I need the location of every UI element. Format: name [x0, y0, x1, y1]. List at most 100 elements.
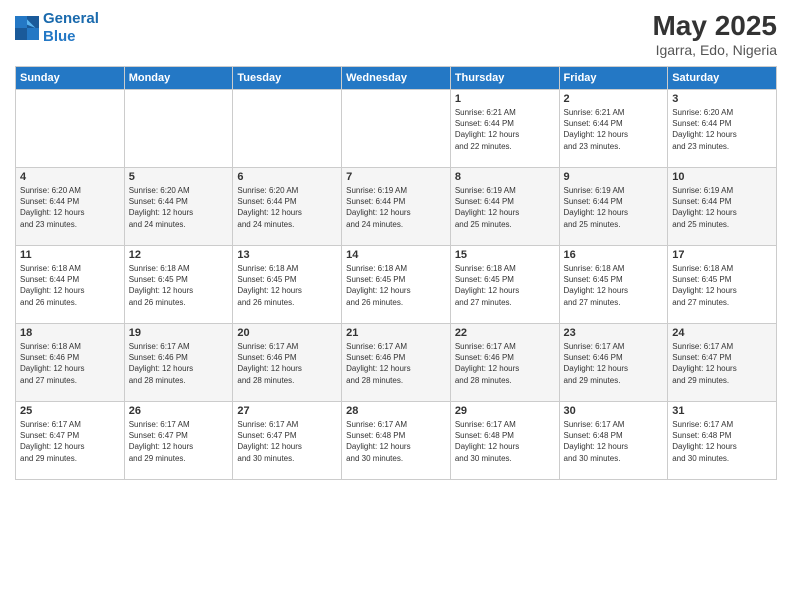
cell-4-3: 28Sunrise: 6:17 AM Sunset: 6:48 PM Dayli… — [342, 402, 451, 480]
day-number: 30 — [564, 405, 664, 417]
cell-1-6: 10Sunrise: 6:19 AM Sunset: 6:44 PM Dayli… — [668, 168, 777, 246]
day-number: 3 — [672, 93, 772, 105]
day-info: Sunrise: 6:21 AM Sunset: 6:44 PM Dayligh… — [455, 107, 555, 152]
cell-0-4: 1 Sunrise: 6:21 AM Sunset: 6:44 PM Daylig… — [450, 90, 559, 168]
cell-1-5: 9 Sunrise: 6:19 AM Sunset: 6:44 PM Daylig… — [559, 168, 668, 246]
cell-4-1: 26 Sunrise: 6:17 AM Sunset: 6:47 PM Dayli… — [124, 402, 233, 480]
cell-2-3: 14 Sunrise: 6:18 AM Sunset: 6:45 PM Dayli… — [342, 246, 451, 324]
main-title: May 2025 — [652, 10, 777, 42]
cell-4-0: 25 Sunrise: 6:17 AM Sunset: 6:47 PM Dayli… — [16, 402, 125, 480]
cell-0-5: 2 Sunrise: 6:21 AM Sunset: 6:44 PM Daylig… — [559, 90, 668, 168]
day-number: 12 — [129, 249, 229, 261]
day-info: Sunrise: 6:18 AM Sunset: 6:45 PM Dayligh… — [129, 263, 229, 308]
cell-0-0 — [16, 90, 125, 168]
logo-blue: Blue — [43, 28, 99, 46]
week-row-1: 4 Sunrise: 6:20 AM Sunset: 6:44 PM Daylig… — [16, 168, 777, 246]
cell-1-3: 7 Sunrise: 6:19 AM Sunset: 6:44 PM Daylig… — [342, 168, 451, 246]
day-number: 24 — [672, 327, 772, 339]
cell-3-5: 23Sunrise: 6:17 AM Sunset: 6:46 PM Dayli… — [559, 324, 668, 402]
day-info: Sunrise: 6:17 AM Sunset: 6:48 PM Dayligh… — [346, 419, 446, 464]
day-number: 4 — [20, 171, 120, 183]
logo-icon — [15, 16, 39, 40]
cell-0-1 — [124, 90, 233, 168]
day-number: 11 — [20, 249, 120, 261]
day-info: Sunrise: 6:17 AM Sunset: 6:46 PM Dayligh… — [129, 341, 229, 386]
cell-3-3: 21 Sunrise: 6:17 AM Sunset: 6:46 PM Dayli… — [342, 324, 451, 402]
day-info: Sunrise: 6:17 AM Sunset: 6:46 PM Dayligh… — [346, 341, 446, 386]
day-number: 9 — [564, 171, 664, 183]
day-info: Sunrise: 6:17 AM Sunset: 6:47 PM Dayligh… — [20, 419, 120, 464]
week-row-0: 1 Sunrise: 6:21 AM Sunset: 6:44 PM Daylig… — [16, 90, 777, 168]
day-info: Sunrise: 6:19 AM Sunset: 6:44 PM Dayligh… — [346, 185, 446, 230]
day-info: Sunrise: 6:17 AM Sunset: 6:47 PM Dayligh… — [129, 419, 229, 464]
day-number: 5 — [129, 171, 229, 183]
col-header-sunday: Sunday — [16, 67, 125, 90]
cell-3-2: 20Sunrise: 6:17 AM Sunset: 6:46 PM Dayli… — [233, 324, 342, 402]
day-info: Sunrise: 6:18 AM Sunset: 6:45 PM Dayligh… — [564, 263, 664, 308]
day-info: Sunrise: 6:18 AM Sunset: 6:45 PM Dayligh… — [346, 263, 446, 308]
day-number: 26 — [129, 405, 229, 417]
logo: General Blue — [15, 10, 99, 46]
day-number: 1 — [455, 93, 555, 105]
day-number: 14 — [346, 249, 446, 261]
day-info: Sunrise: 6:17 AM Sunset: 6:47 PM Dayligh… — [237, 419, 337, 464]
logo-text: General Blue — [43, 10, 99, 46]
day-info: Sunrise: 6:17 AM Sunset: 6:48 PM Dayligh… — [672, 419, 772, 464]
day-info: Sunrise: 6:20 AM Sunset: 6:44 PM Dayligh… — [129, 185, 229, 230]
day-number: 6 — [237, 171, 337, 183]
day-number: 8 — [455, 171, 555, 183]
cell-2-5: 16 Sunrise: 6:18 AM Sunset: 6:45 PM Dayli… — [559, 246, 668, 324]
cell-2-2: 13Sunrise: 6:18 AM Sunset: 6:45 PM Dayli… — [233, 246, 342, 324]
day-number: 22 — [455, 327, 555, 339]
day-number: 18 — [20, 327, 120, 339]
day-info: Sunrise: 6:18 AM Sunset: 6:45 PM Dayligh… — [237, 263, 337, 308]
day-number: 21 — [346, 327, 446, 339]
day-number: 7 — [346, 171, 446, 183]
calendar-table: SundayMondayTuesdayWednesdayThursdayFrid… — [15, 66, 777, 480]
col-header-saturday: Saturday — [668, 67, 777, 90]
day-number: 2 — [564, 93, 664, 105]
cell-0-2 — [233, 90, 342, 168]
col-header-friday: Friday — [559, 67, 668, 90]
day-info: Sunrise: 6:19 AM Sunset: 6:44 PM Dayligh… — [455, 185, 555, 230]
col-header-tuesday: Tuesday — [233, 67, 342, 90]
cell-1-2: 6Sunrise: 6:20 AM Sunset: 6:44 PM Daylig… — [233, 168, 342, 246]
day-number: 19 — [129, 327, 229, 339]
day-number: 31 — [672, 405, 772, 417]
day-info: Sunrise: 6:17 AM Sunset: 6:47 PM Dayligh… — [672, 341, 772, 386]
day-number: 20 — [237, 327, 337, 339]
day-number: 10 — [672, 171, 772, 183]
day-info: Sunrise: 6:19 AM Sunset: 6:44 PM Dayligh… — [564, 185, 664, 230]
cell-3-6: 24 Sunrise: 6:17 AM Sunset: 6:47 PM Dayli… — [668, 324, 777, 402]
day-info: Sunrise: 6:21 AM Sunset: 6:44 PM Dayligh… — [564, 107, 664, 152]
cell-2-6: 17 Sunrise: 6:18 AM Sunset: 6:45 PM Dayli… — [668, 246, 777, 324]
cell-1-0: 4Sunrise: 6:20 AM Sunset: 6:44 PM Daylig… — [16, 168, 125, 246]
header: General Blue May 2025 Igarra, Edo, Niger… — [15, 10, 777, 58]
day-number: 25 — [20, 405, 120, 417]
cell-2-4: 15 Sunrise: 6:18 AM Sunset: 6:45 PM Dayli… — [450, 246, 559, 324]
day-number: 15 — [455, 249, 555, 261]
day-number: 17 — [672, 249, 772, 261]
cell-2-1: 12 Sunrise: 6:18 AM Sunset: 6:45 PM Dayli… — [124, 246, 233, 324]
logo-general: General — [43, 10, 99, 27]
subtitle: Igarra, Edo, Nigeria — [652, 42, 777, 58]
day-info: Sunrise: 6:18 AM Sunset: 6:45 PM Dayligh… — [455, 263, 555, 308]
cell-4-5: 30 Sunrise: 6:17 AM Sunset: 6:48 PM Dayli… — [559, 402, 668, 480]
day-info: Sunrise: 6:18 AM Sunset: 6:46 PM Dayligh… — [20, 341, 120, 386]
cell-3-4: 22 Sunrise: 6:17 AM Sunset: 6:46 PM Dayli… — [450, 324, 559, 402]
day-info: Sunrise: 6:17 AM Sunset: 6:48 PM Dayligh… — [564, 419, 664, 464]
week-row-2: 11Sunrise: 6:18 AM Sunset: 6:44 PM Dayli… — [16, 246, 777, 324]
cell-3-1: 19 Sunrise: 6:17 AM Sunset: 6:46 PM Dayli… — [124, 324, 233, 402]
day-info: Sunrise: 6:18 AM Sunset: 6:45 PM Dayligh… — [672, 263, 772, 308]
day-number: 29 — [455, 405, 555, 417]
col-header-monday: Monday — [124, 67, 233, 90]
day-number: 16 — [564, 249, 664, 261]
week-row-4: 25 Sunrise: 6:17 AM Sunset: 6:47 PM Dayli… — [16, 402, 777, 480]
cell-0-6: 3 Sunrise: 6:20 AM Sunset: 6:44 PM Daylig… — [668, 90, 777, 168]
cell-4-2: 27Sunrise: 6:17 AM Sunset: 6:47 PM Dayli… — [233, 402, 342, 480]
day-info: Sunrise: 6:20 AM Sunset: 6:44 PM Dayligh… — [672, 107, 772, 152]
day-info: Sunrise: 6:17 AM Sunset: 6:46 PM Dayligh… — [564, 341, 664, 386]
title-block: May 2025 Igarra, Edo, Nigeria — [652, 10, 777, 58]
cell-1-4: 8 Sunrise: 6:19 AM Sunset: 6:44 PM Daylig… — [450, 168, 559, 246]
day-info: Sunrise: 6:17 AM Sunset: 6:46 PM Dayligh… — [455, 341, 555, 386]
